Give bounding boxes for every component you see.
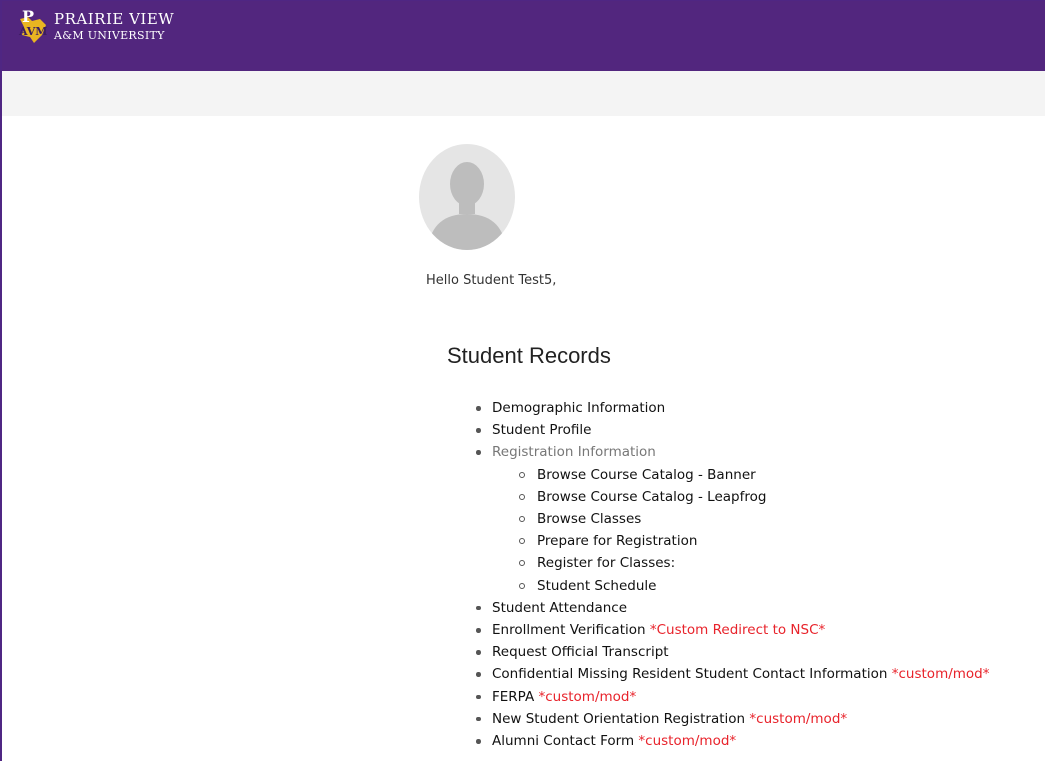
secondary-bar — [2, 71, 1045, 116]
svg-text:P: P — [22, 7, 34, 26]
list-item-request-transcript[interactable]: Request Official Transcript — [476, 641, 990, 663]
list-item-orientation-registration[interactable]: New Student Orientation Registration *cu… — [476, 708, 990, 730]
list-item-label[interactable]: Student Profile — [492, 422, 591, 438]
list-item-enrollment-verification[interactable]: Enrollment Verification *Custom Redirect… — [476, 619, 990, 641]
brand-name: PRAIRIE VIEW — [54, 10, 175, 28]
list-item-registration-information: Registration Information Browse Course C… — [476, 441, 990, 597]
sub-item-label[interactable]: Prepare for Registration — [537, 533, 697, 549]
list-item-label[interactable]: Enrollment Verification — [492, 622, 646, 638]
pvamu-logo-icon: P AVM — [18, 7, 47, 43]
user-silhouette-icon — [427, 162, 507, 250]
list-item-label[interactable]: Request Official Transcript — [492, 644, 669, 660]
sub-item-student-schedule[interactable]: Student Schedule — [519, 575, 990, 597]
list-item-label[interactable]: New Student Orientation Registration — [492, 711, 745, 727]
svg-text:AVM: AVM — [18, 25, 47, 38]
list-item-label[interactable]: Student Attendance — [492, 600, 627, 616]
list-item-label[interactable]: FERPA — [492, 689, 534, 705]
custom-note: *custom/mod* — [749, 710, 848, 727]
student-records-list: Demographic Information Student Profile … — [476, 397, 990, 752]
list-item-alumni-contact-form[interactable]: Alumni Contact Form *custom/mod* — [476, 730, 990, 752]
sub-item-browse-classes[interactable]: Browse Classes — [519, 508, 990, 530]
brand-subname: A&M UNIVERSITY — [54, 29, 165, 42]
custom-note: *custom/mod* — [638, 733, 737, 750]
app-frame: P AVM PRAIRIE VIEW A&M UNIVERSITY Hello … — [0, 0, 1045, 761]
list-item-label[interactable]: Demographic Information — [492, 400, 665, 416]
sub-item-label[interactable]: Browse Classes — [537, 511, 641, 527]
sub-item-label[interactable]: Student Schedule — [537, 578, 656, 594]
list-item-student-profile[interactable]: Student Profile — [476, 419, 990, 441]
sub-item-prepare-registration[interactable]: Prepare for Registration — [519, 530, 990, 552]
greeting-text: Hello Student Test5, — [426, 273, 557, 288]
sub-item-label[interactable]: Register for Classes: — [537, 555, 675, 571]
registration-sub-list: Browse Course Catalog - Banner Browse Co… — [492, 464, 990, 597]
avatar — [419, 144, 515, 250]
sub-item-label[interactable]: Browse Course Catalog - Leapfrog — [537, 489, 766, 505]
list-item-demographic-information[interactable]: Demographic Information — [476, 397, 990, 419]
custom-note: *Custom Redirect to NSC* — [649, 622, 826, 639]
list-item-label[interactable]: Alumni Contact Form — [492, 733, 634, 749]
list-item-ferpa[interactable]: FERPA *custom/mod* — [476, 686, 990, 708]
sub-item-browse-catalog-leapfrog[interactable]: Browse Course Catalog - Leapfrog — [519, 486, 990, 508]
sub-item-register-classes[interactable]: Register for Classes: — [519, 552, 990, 574]
custom-note: *custom/mod* — [538, 688, 637, 705]
list-item-student-attendance[interactable]: Student Attendance — [476, 597, 990, 619]
sub-item-browse-catalog-banner[interactable]: Browse Course Catalog - Banner — [519, 464, 990, 486]
list-item-label[interactable]: Confidential Missing Resident Student Co… — [492, 666, 887, 682]
list-item-label: Registration Information — [492, 444, 656, 461]
list-item-missing-resident-contact[interactable]: Confidential Missing Resident Student Co… — [476, 663, 990, 685]
page-title: Student Records — [447, 343, 611, 368]
custom-note: *custom/mod* — [891, 666, 990, 683]
top-header-bar: P AVM PRAIRIE VIEW A&M UNIVERSITY — [2, 1, 1045, 71]
university-logo[interactable]: P AVM PRAIRIE VIEW A&M UNIVERSITY — [18, 5, 258, 49]
sub-item-label[interactable]: Browse Course Catalog - Banner — [537, 467, 756, 483]
